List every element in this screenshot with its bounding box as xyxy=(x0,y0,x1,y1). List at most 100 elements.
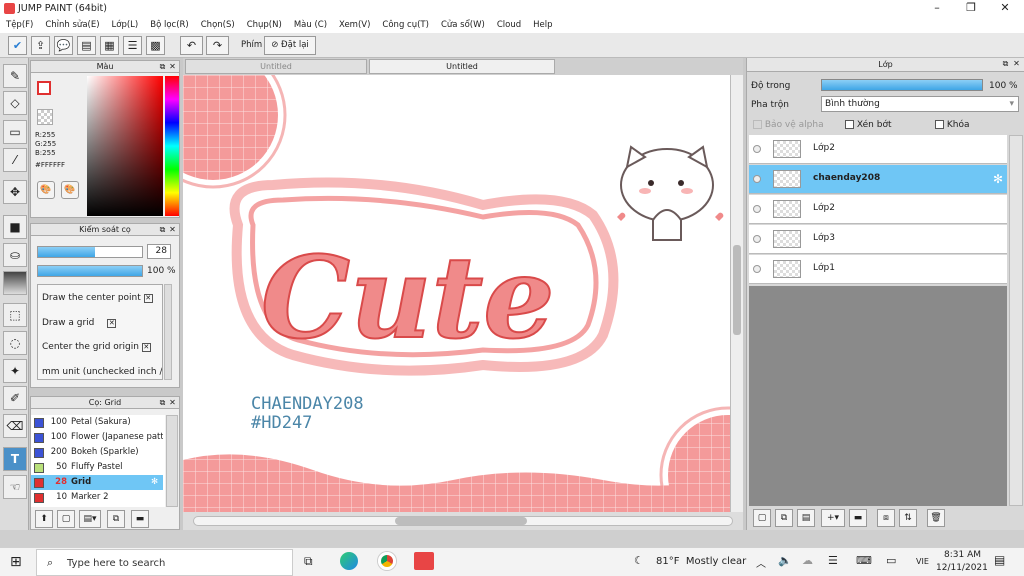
brush-new-icon[interactable]: ▢ xyxy=(57,510,75,528)
color-picker-button-2[interactable]: 🎨 xyxy=(61,181,79,199)
brush-menu-icon[interactable]: ▤▾ xyxy=(79,510,101,528)
menu-filter[interactable]: Bộ lọc(R) xyxy=(150,20,189,30)
panel-float-icon[interactable]: ⧉ xyxy=(158,398,167,407)
message-icon[interactable]: ▤ xyxy=(77,36,96,55)
edge-icon[interactable] xyxy=(340,552,358,570)
layer-row[interactable]: Lớp1 xyxy=(749,255,1007,284)
select-rect-icon[interactable]: ▭ xyxy=(3,120,27,144)
comment-icon[interactable]: 💬 xyxy=(54,36,73,55)
horizontal-scroll-thumb[interactable] xyxy=(395,517,527,525)
panel-close-icon[interactable]: ✕ xyxy=(1012,59,1021,68)
options-scrollbar[interactable] xyxy=(164,284,172,380)
brush-item-selected[interactable]: 28 Grid ✻ xyxy=(31,475,163,490)
network-icon[interactable]: ☰ xyxy=(828,554,838,567)
panel-float-icon[interactable]: ⧉ xyxy=(1001,59,1010,68)
delete-layer-icon[interactable]: 🗑 xyxy=(927,509,945,527)
display-icon[interactable]: ▭ xyxy=(886,554,896,567)
layer-row-selected[interactable]: chaenday208 ✻ xyxy=(749,165,1007,194)
vertical-scrollbar[interactable] xyxy=(730,75,743,512)
menu-file[interactable]: Tệp(F) xyxy=(6,20,33,30)
brush-item[interactable]: 100 Petal (Sakura) xyxy=(31,415,163,430)
brush-copy-icon[interactable]: ⧉ xyxy=(107,510,125,528)
brush-tool-icon[interactable]: ✎ xyxy=(3,64,27,88)
settings-gear-icon[interactable]: ✻ xyxy=(151,475,158,490)
brush-upload-icon[interactable]: ⬆ xyxy=(35,510,53,528)
reset-button[interactable]: ⊘ Đặt lại xyxy=(264,36,316,55)
brush-item[interactable]: 100 Flower (Japanese patt xyxy=(31,430,163,445)
taskbar-search-box[interactable]: ⌕ Type here to search xyxy=(36,549,293,576)
chevron-up-icon[interactable]: ︿ xyxy=(756,555,766,570)
tab-untitled-2[interactable]: Untitled xyxy=(369,59,555,74)
layer-row[interactable]: Lớp3 xyxy=(749,225,1007,254)
language-indicator[interactable]: VIE xyxy=(916,557,929,566)
primary-color-swatch[interactable] xyxy=(37,81,51,95)
menu-tools[interactable]: Công cụ(T) xyxy=(382,20,429,30)
brush-item[interactable]: 50 Fluffy Pastel xyxy=(31,460,163,475)
duplicate-layer-icon[interactable]: ⧉ xyxy=(775,509,793,527)
folder-icon[interactable]: ▬ xyxy=(849,509,867,527)
eraser-tool-icon[interactable]: ◇ xyxy=(3,91,27,115)
brush-item[interactable]: 200 Bokeh (Sparkle) xyxy=(31,445,163,460)
marquee-tool-icon[interactable]: ⬚ xyxy=(3,303,27,327)
clock-date[interactable]: 12/11/2021 xyxy=(936,563,988,573)
lock-checkbox[interactable]: Khóa xyxy=(935,120,970,130)
list-icon[interactable]: ☰ xyxy=(123,36,142,55)
fill-rect-icon[interactable]: ■ xyxy=(3,215,27,239)
grid-icon[interactable]: ▩ xyxy=(146,36,165,55)
checkbox-icon[interactable]: ✕ xyxy=(143,294,153,303)
lasso-tool-icon[interactable]: ◌ xyxy=(3,331,27,355)
speaker-icon[interactable]: 🔈 xyxy=(778,554,792,567)
layer-row[interactable]: Lớp2 xyxy=(749,135,1007,164)
checkbox-icon[interactable]: ✕ xyxy=(141,343,151,352)
share-icon[interactable]: ⇪ xyxy=(31,36,50,55)
brush-list-scrollbar[interactable] xyxy=(166,415,178,507)
protect-alpha-checkbox[interactable]: Bảo vệ alpha xyxy=(753,120,824,130)
select-eraser-icon[interactable]: ⌫ xyxy=(3,414,27,438)
menu-edit[interactable]: Chỉnh sửa(E) xyxy=(45,20,99,30)
checkbox-icon[interactable]: ✕ xyxy=(107,319,117,328)
check-icon[interactable]: ✔ xyxy=(8,36,27,55)
size-slider[interactable] xyxy=(37,246,143,258)
menu-color[interactable]: Màu (C) xyxy=(294,20,327,30)
gradient-tool-icon[interactable] xyxy=(3,271,27,295)
color-picker-button-1[interactable]: 🎨 xyxy=(37,181,55,199)
menu-window[interactable]: Cửa sổ(W) xyxy=(441,20,485,30)
text-tool-icon[interactable]: T xyxy=(3,447,27,471)
bucket-tool-icon[interactable]: ⛀ xyxy=(3,243,27,267)
size-input[interactable]: 28 xyxy=(147,244,171,259)
blend-mode-select[interactable]: Bình thường ▾ xyxy=(821,96,1019,112)
option-draw-grid[interactable]: Draw a grid ✕ xyxy=(42,318,117,328)
add-layer-menu-icon[interactable]: +▾ xyxy=(821,509,845,527)
new-layer-icon[interactable]: ▢ xyxy=(753,509,771,527)
document-icon[interactable]: ▦ xyxy=(100,36,119,55)
panel-close-icon[interactable]: ✕ xyxy=(168,225,177,234)
panel-close-icon[interactable]: ✕ xyxy=(168,398,177,407)
option-draw-center[interactable]: Draw the center point ✕ xyxy=(42,293,153,303)
windows-start-icon[interactable]: ⊞ xyxy=(10,554,22,570)
visibility-icon[interactable] xyxy=(753,235,761,243)
cloud-icon[interactable]: ☁ xyxy=(802,554,813,567)
layer-list-scrollbar[interactable] xyxy=(1009,135,1023,506)
hand-tool-icon[interactable]: ☜ xyxy=(3,475,27,499)
tab-untitled-1[interactable]: Untitled xyxy=(185,59,367,74)
layer-opacity-slider[interactable] xyxy=(821,79,983,91)
visibility-icon[interactable] xyxy=(753,145,761,153)
clock-time[interactable]: 8:31 AM xyxy=(944,550,981,560)
menu-view[interactable]: Xem(V) xyxy=(339,20,370,30)
visibility-icon[interactable] xyxy=(753,175,761,183)
maximize-icon[interactable]: ❐ xyxy=(954,0,988,17)
menu-select[interactable]: Chọn(S) xyxy=(201,20,235,30)
saturation-value-field[interactable] xyxy=(87,76,163,216)
brush-folder-icon[interactable]: ▬ xyxy=(131,510,149,528)
vertical-scroll-thumb[interactable] xyxy=(733,245,741,335)
dropper-tool-icon[interactable]: ⁄ xyxy=(3,148,27,172)
jump-paint-taskbar-icon[interactable] xyxy=(414,552,434,570)
magic-wand-icon[interactable]: ✦ xyxy=(3,359,27,383)
horizontal-scrollbar[interactable] xyxy=(183,512,743,530)
layer-text-icon[interactable]: ▤ xyxy=(797,509,815,527)
layer-settings-gear-icon[interactable]: ✻ xyxy=(993,172,1003,186)
select-pen-icon[interactable]: ✐ xyxy=(3,386,27,410)
chrome-icon[interactable] xyxy=(378,552,396,570)
opacity-slider[interactable] xyxy=(37,265,143,277)
move-tool-icon[interactable]: ✥ xyxy=(3,180,27,204)
